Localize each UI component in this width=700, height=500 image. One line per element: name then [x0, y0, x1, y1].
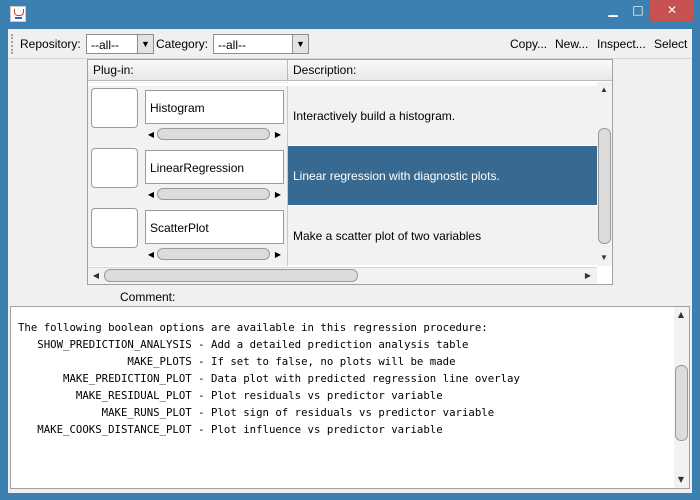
plugin-description: Interactively build a histogram. [293, 109, 456, 123]
plugin-description: Linear regression with diagnostic plots. [293, 169, 500, 183]
plugin-name-field[interactable]: ScatterPlot [145, 210, 284, 244]
scroll-left-icon[interactable]: ◀ [145, 128, 157, 141]
table-header: Plug-in: Description: [88, 60, 612, 81]
plugin-manager-panel: Repository: --all-- ▼ Category: --all-- … [8, 29, 692, 493]
plugin-name-field[interactable]: Histogram [145, 90, 284, 124]
scroll-down-icon[interactable]: ▼ [598, 252, 610, 264]
plugin-checkbox[interactable] [91, 148, 138, 188]
row-plugin-cell [88, 82, 288, 83]
table-row-partial [88, 82, 597, 83]
comment-vertical-scrollbar[interactable]: ▲ ▼ [674, 307, 689, 488]
new-button[interactable]: New... [555, 37, 588, 51]
table-row-selected[interactable]: LinearRegression ◀ ▶ Linear regression w… [88, 146, 597, 206]
comment-scroll-thumb[interactable] [675, 365, 688, 441]
table-horizontal-scrollbar[interactable]: ◀ ▶ [88, 267, 597, 284]
plugin-name: ScatterPlot [150, 221, 209, 235]
comment-label: Comment: [120, 290, 176, 304]
column-header-plugin[interactable]: Plug-in: [88, 60, 288, 80]
chevron-down-icon[interactable]: ▼ [292, 35, 308, 53]
toolbar-grip[interactable] [11, 34, 15, 54]
table-vertical-scroll-thumb[interactable] [598, 128, 611, 244]
close-button[interactable]: ✕ [650, 0, 694, 22]
row-plugin-cell: Histogram ◀ ▶ [88, 86, 288, 146]
comment-textarea[interactable]: The following boolean options are availa… [10, 306, 690, 489]
table-body: Histogram ◀ ▶ Interactively build a hist… [88, 82, 597, 266]
row-description-cell[interactable]: Interactively build a histogram. [288, 86, 597, 146]
repository-value: --all-- [91, 38, 119, 52]
column-header-description[interactable]: Description: [288, 60, 600, 80]
scroll-left-icon[interactable]: ◀ [90, 270, 102, 282]
minimize-button[interactable]: ▁ [600, 0, 626, 22]
scroll-left-icon[interactable]: ◀ [145, 188, 157, 201]
java-app-icon[interactable] [10, 6, 26, 22]
inspect-button[interactable]: Inspect... [597, 37, 646, 51]
mini-scrollbar[interactable]: ◀ ▶ [145, 127, 284, 142]
mini-scroll-thumb[interactable] [157, 248, 270, 260]
mini-scrollbar[interactable]: ◀ ▶ [145, 247, 284, 262]
table-row[interactable]: Histogram ◀ ▶ Interactively build a hist… [88, 86, 597, 146]
scroll-left-icon[interactable]: ◀ [145, 248, 157, 261]
title-bar: ▁ □ ✕ [0, 0, 700, 29]
row-plugin-cell: LinearRegression ◀ ▶ [88, 146, 288, 206]
plugin-checkbox[interactable] [91, 208, 138, 248]
scroll-right-icon[interactable]: ▶ [582, 270, 594, 282]
plugin-name-field[interactable]: LinearRegression [145, 150, 284, 184]
chevron-down-icon[interactable]: ▼ [137, 35, 153, 53]
row-description-cell[interactable] [288, 82, 597, 83]
repository-select[interactable]: --all-- ▼ [86, 34, 154, 54]
mini-scroll-thumb[interactable] [157, 128, 270, 140]
plugin-name: LinearRegression [150, 161, 245, 175]
plugin-table: Plug-in: Description: Histogram ◀ ▶ Inte… [87, 59, 613, 285]
plugin-checkbox[interactable] [91, 88, 138, 128]
mini-scrollbar[interactable] [145, 82, 284, 83]
maximize-button[interactable]: □ [626, 0, 650, 22]
scroll-right-icon[interactable]: ▶ [272, 128, 284, 141]
scroll-down-icon[interactable]: ▼ [675, 474, 687, 486]
mini-scrollbar[interactable]: ◀ ▶ [145, 187, 284, 202]
table-vertical-scrollbar[interactable]: ▲ ▼ [597, 82, 612, 266]
plugin-description: Make a scatter plot of two variables [293, 229, 482, 243]
category-select[interactable]: --all-- ▼ [213, 34, 309, 54]
comment-text: The following boolean options are availa… [18, 321, 520, 436]
scroll-up-icon[interactable]: ▲ [675, 309, 687, 321]
scroll-right-icon[interactable]: ▶ [272, 188, 284, 201]
row-plugin-cell: ScatterPlot ◀ ▶ [88, 206, 288, 266]
select-button[interactable]: Select [654, 37, 687, 51]
category-label: Category: [156, 37, 209, 51]
repository-label: Repository: [20, 37, 81, 51]
scroll-up-icon[interactable]: ▲ [598, 84, 610, 96]
toolbar: Repository: --all-- ▼ Category: --all-- … [8, 29, 692, 59]
scroll-right-icon[interactable]: ▶ [272, 248, 284, 261]
row-description-cell[interactable]: Make a scatter plot of two variables [288, 206, 597, 266]
plugin-name: Histogram [150, 101, 205, 115]
row-description-cell[interactable]: Linear regression with diagnostic plots. [288, 146, 597, 206]
table-horizontal-scroll-thumb[interactable] [104, 269, 358, 282]
mini-scroll-thumb[interactable] [157, 188, 270, 200]
category-value: --all-- [218, 38, 246, 52]
copy-button[interactable]: Copy... [510, 37, 547, 51]
table-row[interactable]: ScatterPlot ◀ ▶ Make a scatter plot of t… [88, 206, 597, 266]
